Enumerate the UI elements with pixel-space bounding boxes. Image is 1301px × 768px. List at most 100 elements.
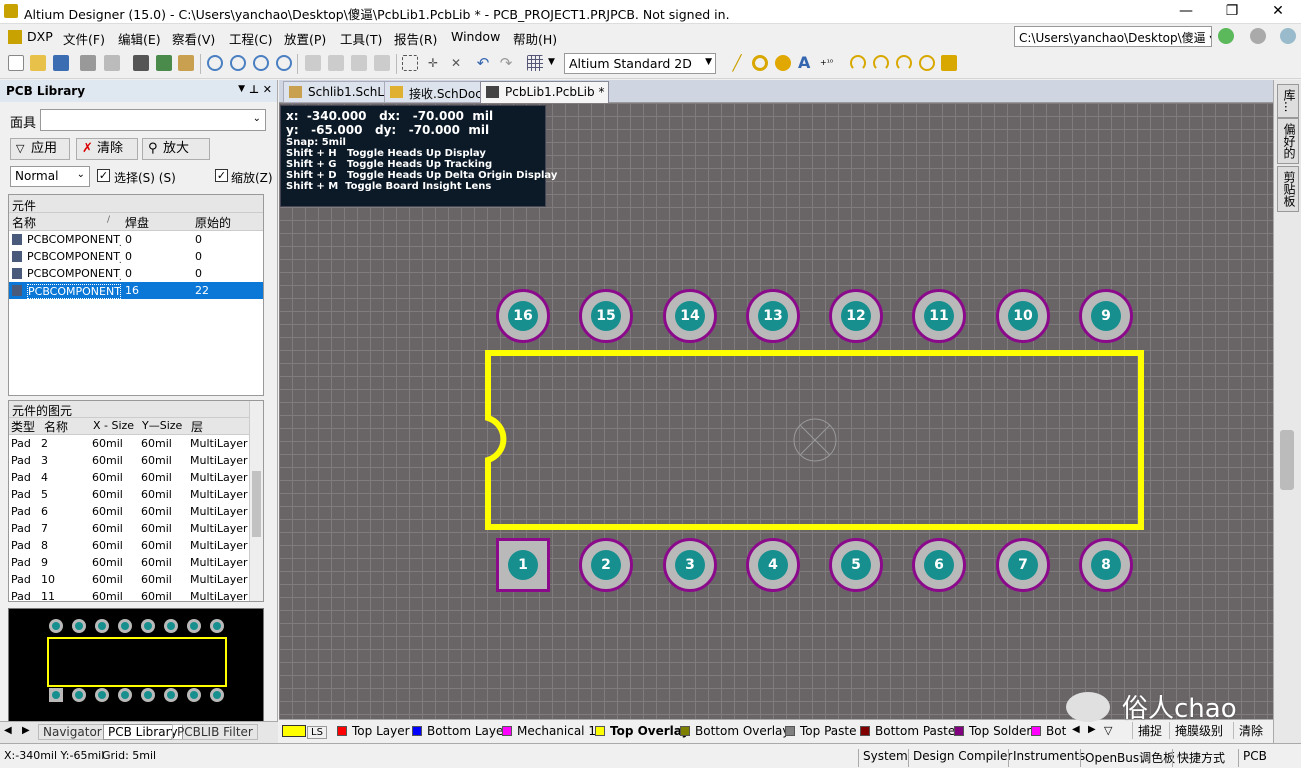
deselect-icon[interactable]: ✕ — [448, 55, 464, 71]
canvas-scrollbar-thumb[interactable] — [1280, 430, 1294, 490]
layer-tab-top-solder[interactable]: Top Solder — [954, 724, 1031, 738]
menu-dxp[interactable]: DXP — [27, 29, 53, 44]
menu-edit[interactable]: 编辑(E) — [118, 29, 161, 48]
instruments-button[interactable]: Instruments — [1008, 749, 1089, 767]
arc-center-icon[interactable] — [850, 55, 866, 71]
tab-prev-icon[interactable]: ◀ — [4, 725, 12, 736]
layer-tab-bottom-overlay[interactable]: Bottom Overlay — [680, 724, 789, 738]
apply-button[interactable]: ▽ 应用 — [10, 138, 70, 160]
minimize-button[interactable]: — — [1163, 0, 1209, 24]
save-icon[interactable] — [53, 55, 69, 71]
menu-file[interactable]: 文件(F) — [63, 29, 105, 48]
system-button[interactable]: System — [858, 749, 912, 767]
layer-tab-top-overlay[interactable]: Top Overlay — [595, 724, 689, 738]
layer-tab-top-paste[interactable]: Top Paste — [785, 724, 856, 738]
tab-pcblib-filter[interactable]: PCBLIB Filter — [172, 724, 258, 740]
zoom-area-icon[interactable] — [230, 55, 246, 71]
zoom-fit-icon[interactable] — [207, 55, 223, 71]
shortcuts-button[interactable]: 快捷方式 — [1172, 749, 1229, 767]
copy-icon[interactable] — [328, 55, 344, 71]
maximize-button[interactable]: ❐ — [1209, 0, 1255, 24]
component-icon[interactable] — [178, 55, 194, 71]
menu-reports[interactable]: 报告(R) — [394, 29, 437, 48]
pad-6[interactable]: 6 — [912, 538, 966, 592]
primitive-row[interactable]: Pad 3 60mil 60mil MultiLayer — [9, 452, 263, 469]
layer-stack-icon[interactable] — [133, 55, 149, 71]
grid-dropdown-icon[interactable]: ▼ — [548, 57, 555, 67]
col-layer[interactable]: 层 — [191, 418, 203, 435]
arc-edge-icon[interactable] — [873, 55, 889, 71]
pcb-button[interactable]: PCB — [1238, 749, 1271, 767]
layer-filter-icon[interactable]: ▽ — [1104, 724, 1112, 737]
primitives-scrollbar[interactable] — [249, 401, 263, 601]
pad-5[interactable]: 5 — [829, 538, 883, 592]
pad-2[interactable]: 2 — [579, 538, 633, 592]
place-pad-icon[interactable] — [752, 55, 768, 71]
primitive-row[interactable]: Pad 9 60mil 60mil MultiLayer — [9, 554, 263, 571]
clipboard-dock-tab[interactable]: 剪贴板 — [1277, 166, 1299, 212]
layer-tab-top-layer[interactable]: Top Layer — [337, 724, 410, 738]
primitive-row[interactable]: Pad 2 60mil 60mil MultiLayer — [9, 435, 263, 452]
component-row[interactable]: PCBCOMPONENT_ 0 0 — [9, 231, 263, 248]
pad-4[interactable]: 4 — [746, 538, 800, 592]
layer-tab-ls[interactable]: LS — [282, 724, 327, 739]
menu-window[interactable]: Window — [451, 29, 500, 44]
full-circle-icon[interactable] — [919, 55, 935, 71]
col-xsize[interactable]: X - Size — [93, 419, 134, 432]
tab-schlib[interactable]: Schlib1.SchLib — [283, 81, 401, 103]
menu-help[interactable]: 帮助(H) — [513, 29, 557, 48]
layer-tab-bot[interactable]: Bot — [1031, 724, 1066, 738]
place-string-icon[interactable]: A — [798, 55, 814, 71]
pad-15[interactable]: 15 — [579, 289, 633, 343]
rubber-stamp-icon[interactable] — [374, 55, 390, 71]
component-row[interactable]: PCBCOMPONENT_ 16 22 — [9, 282, 263, 299]
tab-next-icon[interactable]: ▶ — [22, 725, 30, 736]
primitive-row[interactable]: Pad 6 60mil 60mil MultiLayer — [9, 503, 263, 520]
filter-mode-select[interactable]: Normal ⌄ — [10, 166, 90, 187]
clear-layer-button[interactable]: 清除 — [1233, 722, 1268, 739]
select-area-icon[interactable] — [402, 55, 418, 71]
menu-tools[interactable]: 工具(T) — [340, 29, 382, 48]
scroll-thumb[interactable] — [252, 471, 261, 537]
col-ysize[interactable]: Y—Size — [142, 419, 182, 432]
layer-next-icon[interactable]: ▶ — [1088, 724, 1096, 735]
zoom-button[interactable]: ⚲ 放大 — [142, 138, 210, 160]
pad-3[interactable]: 3 — [663, 538, 717, 592]
tab-pcblib[interactable]: PcbLib1.PcbLib * — [480, 81, 610, 103]
panel-menu-icon[interactable]: ▼ — [238, 84, 245, 94]
pad-13[interactable]: 13 — [746, 289, 800, 343]
pad-7[interactable]: 7 — [996, 538, 1050, 592]
pad-12[interactable]: 12 — [829, 289, 883, 343]
primitive-row[interactable]: Pad 4 60mil 60mil MultiLayer — [9, 469, 263, 486]
layer-tab-mechanical-1[interactable]: Mechanical 1 — [502, 724, 596, 738]
layer-prev-icon[interactable]: ◀ — [1072, 724, 1080, 735]
col-prim-name[interactable]: 名称 — [44, 418, 68, 435]
board-icon[interactable] — [156, 55, 172, 71]
pad-9[interactable]: 9 — [1079, 289, 1133, 343]
close-button[interactable]: ✕ — [1255, 0, 1301, 24]
menu-project[interactable]: 工程(C) — [229, 29, 272, 48]
pin-icon[interactable]: ⊥ — [249, 83, 259, 96]
library-dock-tab[interactable]: 库... — [1277, 84, 1299, 118]
arc-any-icon[interactable] — [896, 55, 912, 71]
primitive-row[interactable]: Pad 10 60mil 60mil MultiLayer — [9, 571, 263, 588]
primitive-row[interactable]: Pad 5 60mil 60mil MultiLayer — [9, 486, 263, 503]
print-preview-icon[interactable] — [104, 55, 120, 71]
redo-icon[interactable]: ↷ — [498, 55, 514, 71]
col-primitives[interactable]: 原始的 — [195, 214, 231, 231]
favorites-dock-tab[interactable]: 偏好的 — [1277, 118, 1299, 164]
zoom-selected-icon[interactable] — [253, 55, 269, 71]
paste-icon[interactable] — [351, 55, 367, 71]
back-icon[interactable] — [1218, 28, 1234, 44]
coordinate-icon[interactable]: +¹⁰ — [820, 55, 836, 71]
clear-button[interactable]: ✗ 清除 — [76, 138, 138, 160]
openbus-button[interactable]: OpenBus调色板 — [1080, 749, 1179, 767]
place-via-icon[interactable] — [775, 55, 791, 71]
select-checkbox[interactable]: ✓ — [97, 169, 110, 182]
grid-icon[interactable] — [527, 55, 543, 71]
pad-10[interactable]: 10 — [996, 289, 1050, 343]
col-name[interactable]: 名称 — [12, 214, 36, 231]
col-type[interactable]: 类型 — [11, 418, 35, 435]
design-compiler-button[interactable]: Design Compiler — [908, 749, 1016, 767]
path-box[interactable]: C:\Users\yanchao\Desktop\傻逼 ▾ — [1014, 26, 1212, 47]
